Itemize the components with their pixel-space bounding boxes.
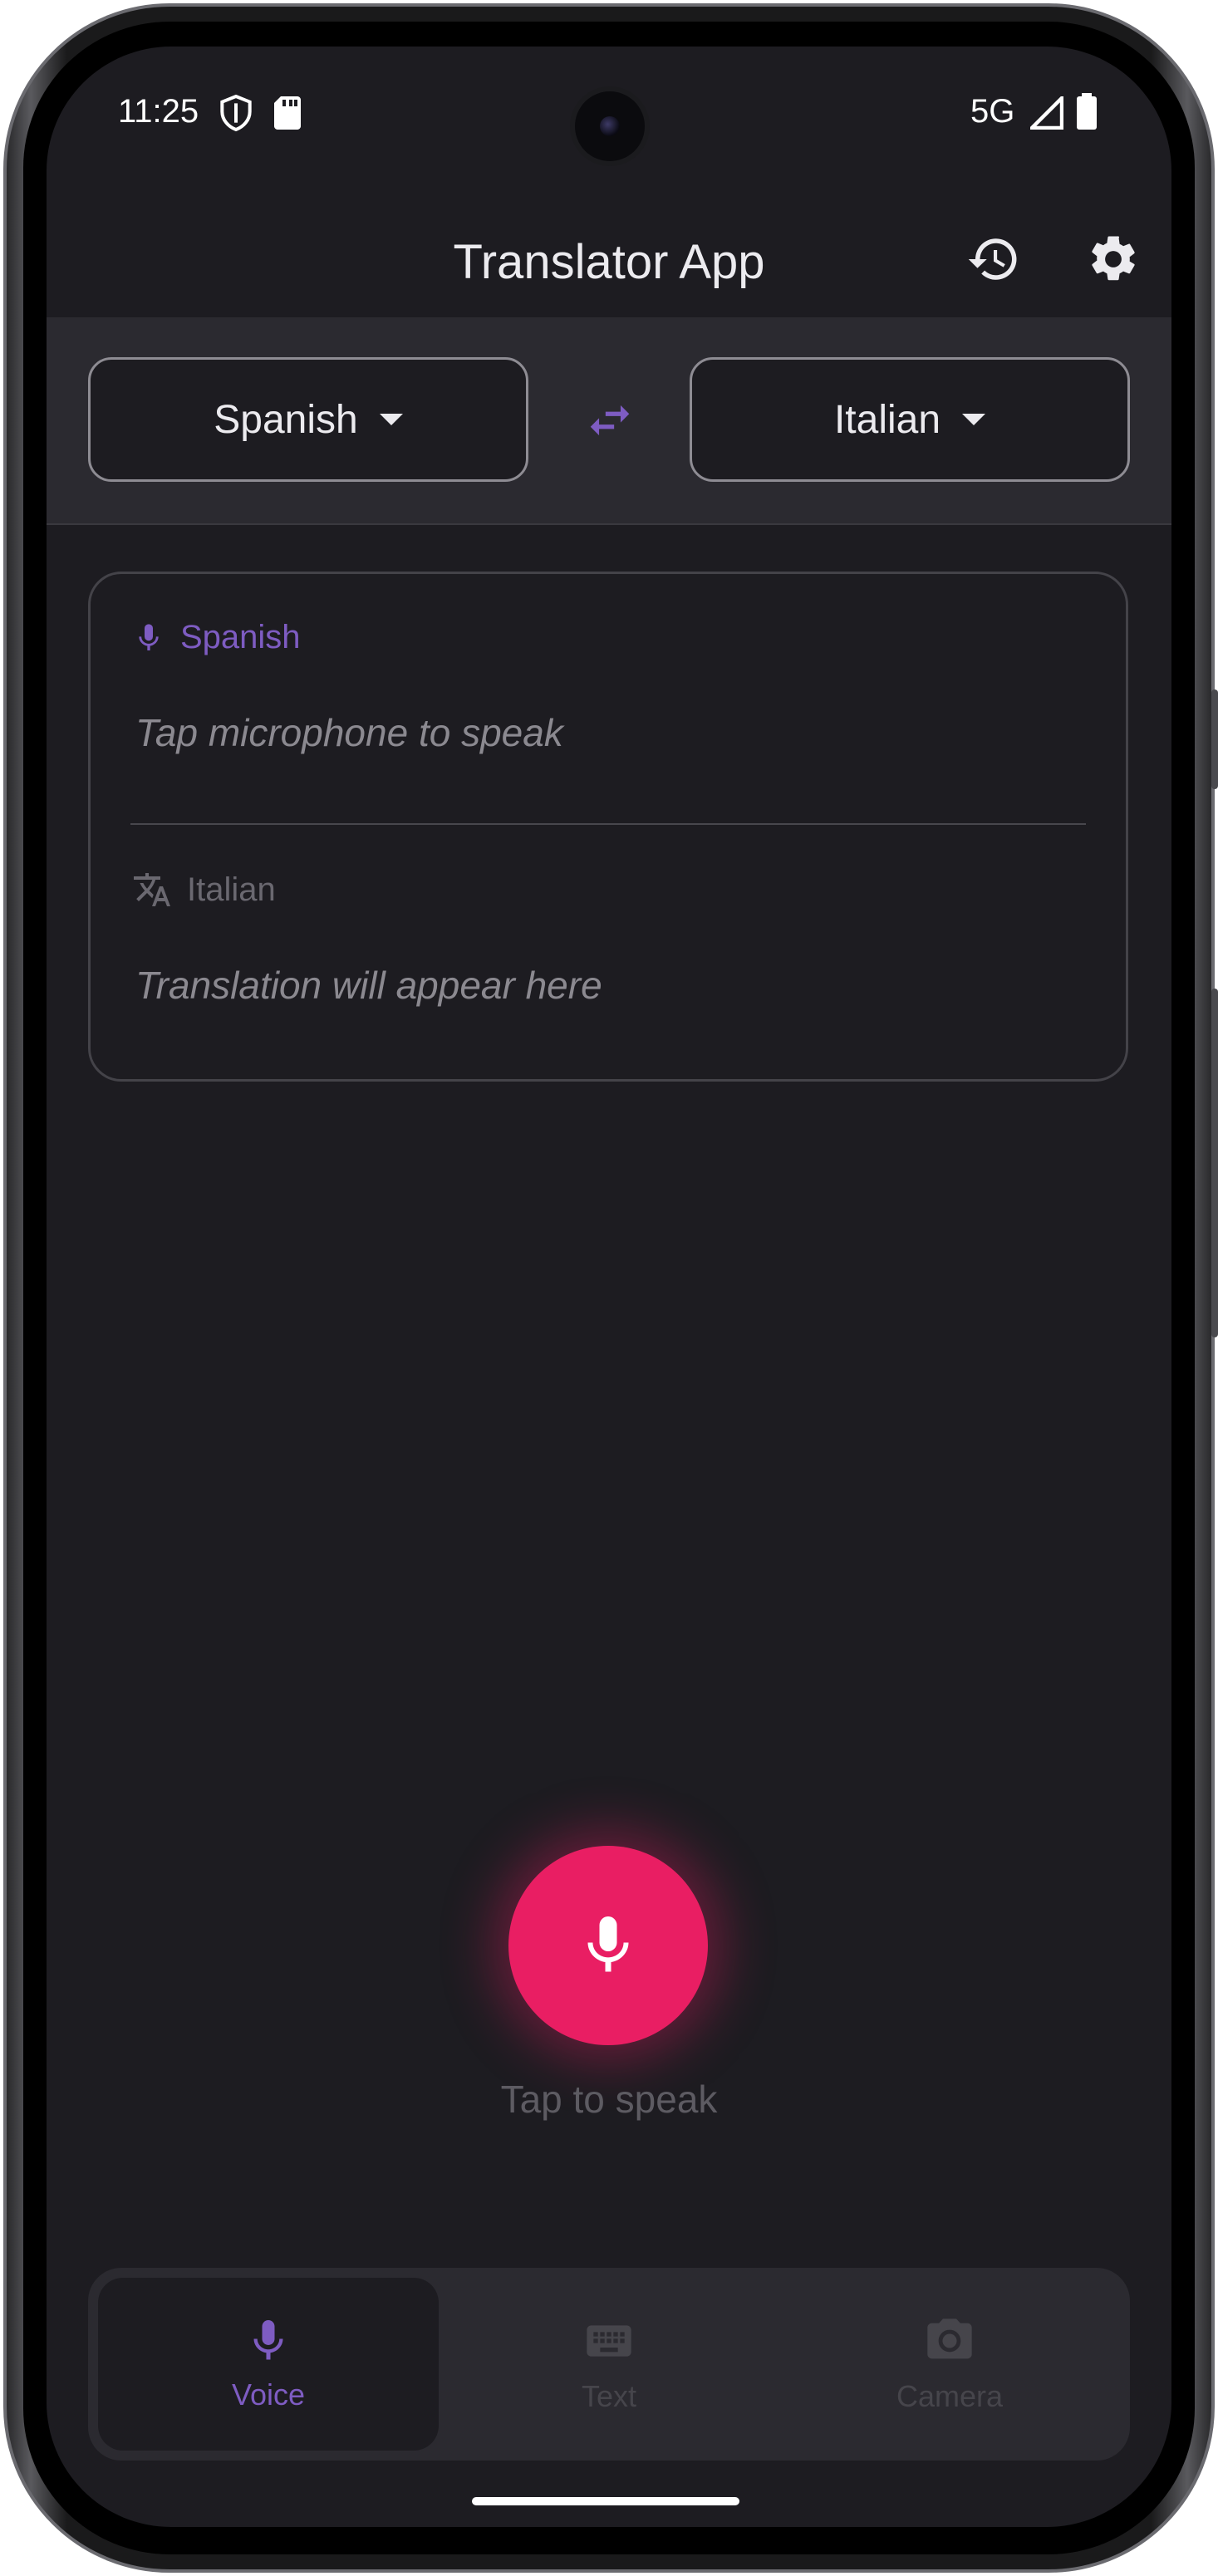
source-language-dropdown[interactable]: Spanish: [88, 357, 528, 482]
app-bar: Translator App: [47, 196, 1171, 317]
target-language-dropdown[interactable]: Italian: [690, 357, 1130, 482]
mic-icon: [253, 2320, 283, 2360]
source-text-placeholder[interactable]: Tap microphone to speak: [135, 710, 563, 755]
settings-button[interactable]: [1080, 226, 1147, 292]
translate-icon: [134, 873, 170, 906]
sd-card-icon: [274, 96, 301, 134]
source-language-label: Spanish: [214, 397, 358, 442]
signal-icon: [1027, 93, 1064, 134]
vpn-shield-icon: [219, 94, 253, 135]
swap-languages-button[interactable]: [575, 385, 645, 455]
battery-icon: [1077, 93, 1097, 134]
language-bar: Spanish Italian: [47, 317, 1171, 525]
tap-to-speak-hint: Tap to speak: [500, 2078, 718, 2121]
swap-icon: [590, 405, 630, 436]
history-button[interactable]: [960, 226, 1027, 292]
camera-icon: [927, 2318, 972, 2359]
mic-icon: [587, 1916, 629, 1972]
divider: [130, 823, 1086, 825]
side-button: [1211, 989, 1218, 1337]
home-indicator[interactable]: [472, 2497, 739, 2505]
nav-tab-camera[interactable]: Camera: [779, 2278, 1120, 2451]
nav-tab-label: Text: [581, 2379, 637, 2413]
status-time: 11:25: [118, 93, 199, 130]
settings-icon: [1092, 236, 1135, 281]
translation-text-placeholder: Translation will appear here: [135, 964, 602, 1007]
record-mic-button[interactable]: [508, 1846, 708, 2045]
nav-tab-label: Camera: [896, 2379, 1004, 2413]
side-button: [1211, 689, 1218, 789]
source-section-header: Spanish: [132, 619, 301, 656]
bottom-navigation: Voice Text Camera: [88, 2268, 1130, 2461]
target-section-label: Italian: [187, 871, 276, 908]
status-bar: 11:25 5G: [47, 47, 1171, 179]
nav-tab-voice[interactable]: Voice: [98, 2278, 439, 2451]
chevron-down-icon: [379, 414, 403, 425]
source-section-label: Spanish: [180, 619, 301, 655]
target-language-label: Italian: [833, 397, 941, 442]
network-type: 5G: [970, 93, 1015, 130]
nav-tab-label: Voice: [231, 2377, 306, 2412]
front-camera: [570, 86, 650, 166]
target-section-header: Italian: [132, 870, 276, 910]
chevron-down-icon: [962, 414, 986, 425]
keyboard-icon: [587, 2325, 631, 2357]
history-icon: [968, 238, 1017, 280]
screen: 11:25 5G Translator App Spanish Italian …: [47, 47, 1171, 2527]
nav-tab-text[interactable]: Text: [439, 2278, 779, 2451]
translation-card: Spanish Tap microphone to speak Italian …: [88, 572, 1128, 1082]
mic-icon: [139, 623, 159, 650]
